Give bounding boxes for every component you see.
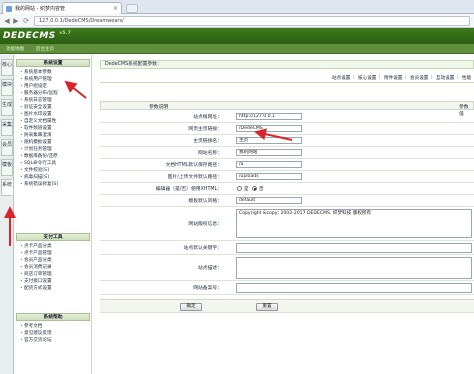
- annotation-arrows: [3, 80, 293, 246]
- arrow-basic-params-icon: [64, 80, 87, 99]
- arrow-homepage-link-icon: [254, 128, 293, 141]
